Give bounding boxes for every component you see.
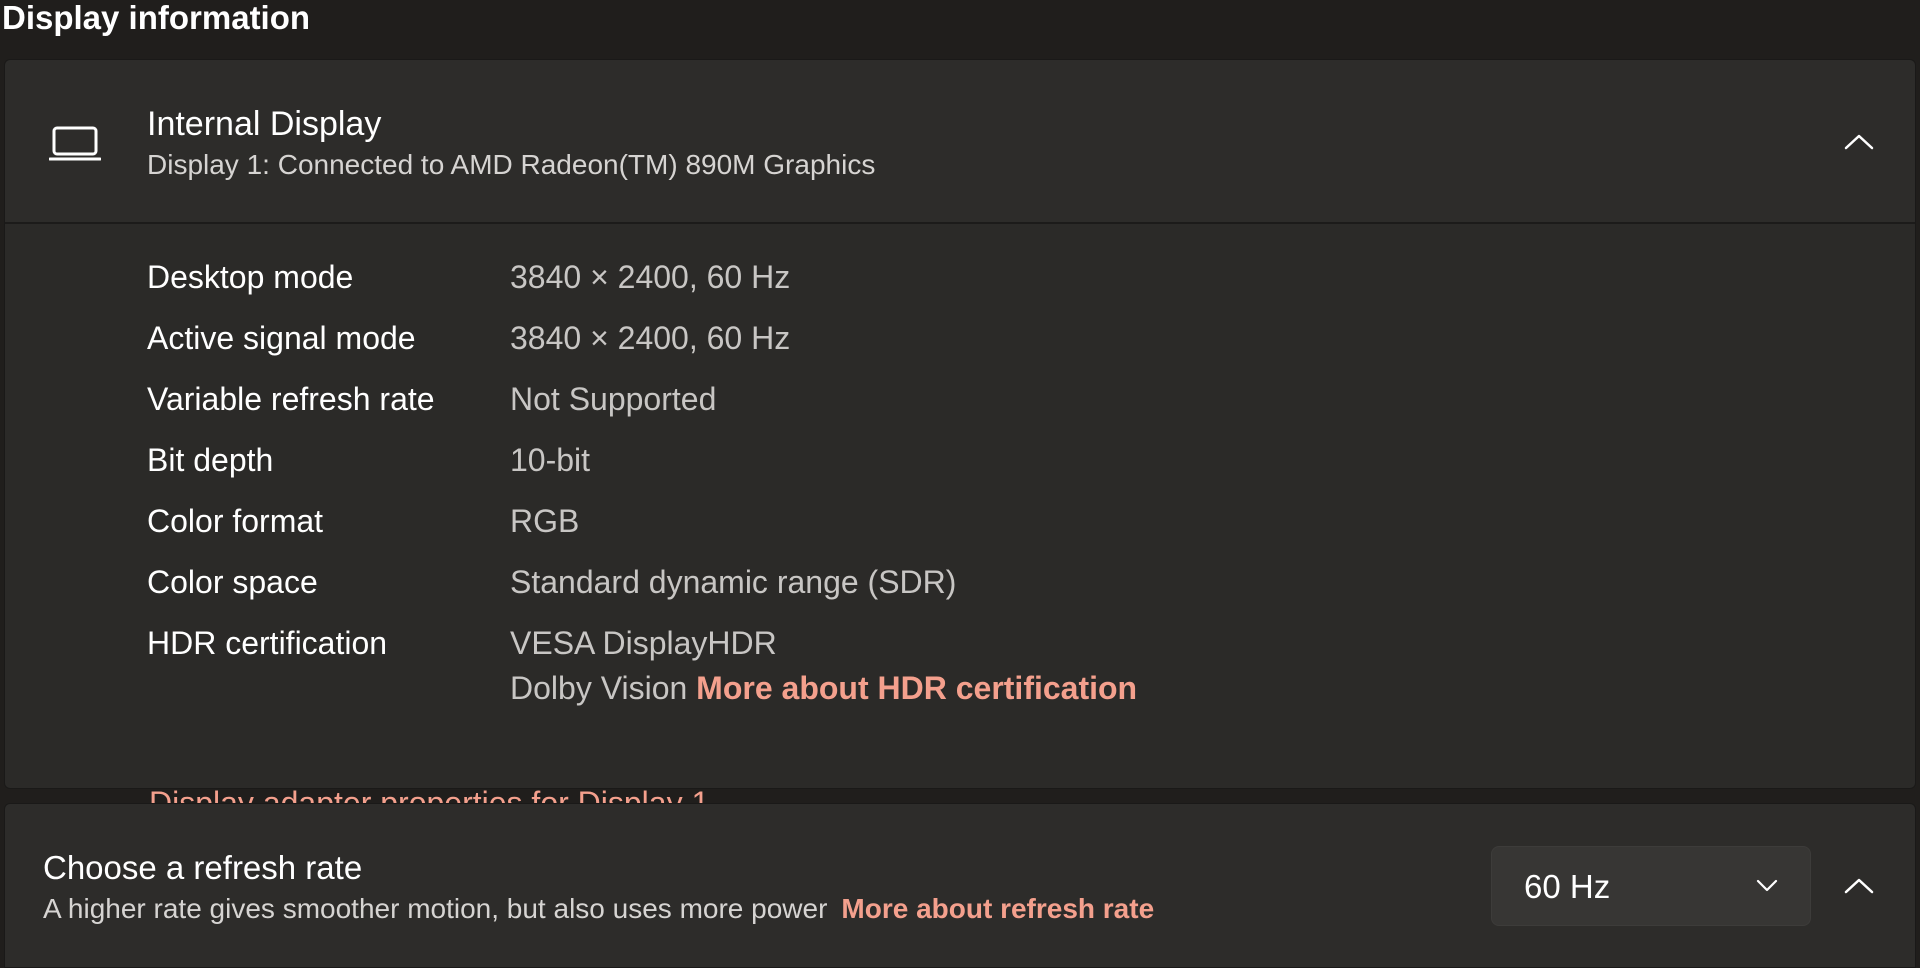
property-value: Not Supported (510, 381, 717, 417)
property-value: 10-bit (510, 442, 591, 478)
display-title: Internal Display (147, 105, 382, 143)
refresh-rate-title: Choose a refresh rate (43, 849, 363, 886)
property-value: 3840 × 2400, 60 Hz (510, 320, 791, 356)
property-row: Color space Standard dynamic range (SDR) (147, 551, 1847, 612)
chevron-down-icon (1754, 875, 1780, 895)
property-label: Active signal mode (147, 320, 416, 356)
refresh-rate-link[interactable]: More about refresh rate (841, 893, 1154, 924)
laptop-icon (48, 126, 102, 162)
chevron-up-icon[interactable] (1835, 118, 1883, 166)
property-label: Bit depth (147, 442, 274, 478)
display-properties: Desktop mode 3840 × 2400, 60 Hz Active s… (147, 246, 1847, 722)
property-label: Color space (147, 564, 318, 600)
display-subtitle: Display 1: Connected to AMD Radeon(TM) 8… (147, 149, 876, 180)
section-title: Display information (2, 0, 311, 36)
hdr-row: HDR certification VESA DisplayHDR Dolby … (147, 612, 1847, 722)
hdr-value-dolby: Dolby Vision (510, 670, 688, 706)
property-row: Bit depth 10-bit (147, 429, 1847, 490)
refresh-rate-card: Choose a refresh rate A higher rate give… (4, 803, 1916, 968)
property-value: Standard dynamic range (SDR) (510, 564, 957, 600)
display-card-header[interactable]: Internal Display Display 1: Connected to… (5, 60, 1915, 224)
hdr-value-vesa: VESA DisplayHDR (510, 625, 777, 661)
property-row: Variable refresh rate Not Supported (147, 368, 1847, 429)
refresh-rate-selected: 60 Hz (1524, 868, 1611, 905)
display-card: Internal Display Display 1: Connected to… (4, 59, 1916, 821)
settings-page: Display information Internal Display Dis… (0, 0, 1920, 968)
refresh-rate-description: A higher rate gives smoother motion, but… (43, 893, 828, 924)
property-label: Desktop mode (147, 259, 354, 295)
property-value: RGB (510, 503, 580, 539)
property-value: 3840 × 2400, 60 Hz (510, 259, 791, 295)
chevron-up-icon[interactable] (1835, 862, 1883, 910)
property-label: Variable refresh rate (147, 381, 435, 417)
hdr-certification-link[interactable]: More about HDR certification (696, 670, 1137, 706)
property-row: Desktop mode 3840 × 2400, 60 Hz (147, 246, 1847, 307)
property-row: Active signal mode 3840 × 2400, 60 Hz (147, 307, 1847, 368)
refresh-rate-description-line: A higher rate gives smoother motion, but… (43, 892, 1154, 926)
hdr-value-dolby-line: Dolby Vision More about HDR certificatio… (510, 669, 1137, 707)
property-row: Color format RGB (147, 490, 1847, 551)
hdr-label: HDR certification (147, 625, 388, 661)
property-label: Color format (147, 503, 324, 539)
refresh-rate-dropdown[interactable]: 60 Hz (1491, 846, 1811, 926)
